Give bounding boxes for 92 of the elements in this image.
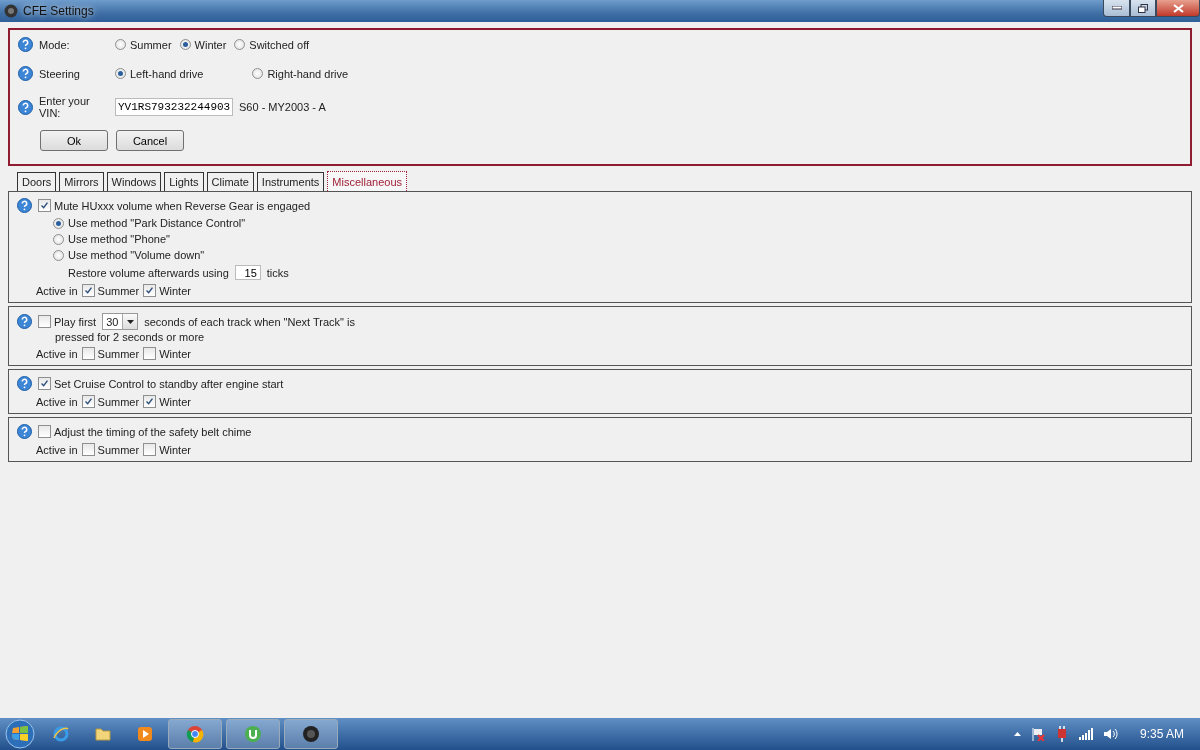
tab[interactable]: Climate — [206, 172, 254, 191]
window-title: CFE Settings — [23, 4, 94, 18]
radio-button[interactable] — [53, 217, 64, 229]
radio-label: Use method "Park Distance Control" — [68, 217, 246, 229]
caret-up-icon[interactable] — [1013, 732, 1021, 736]
checkbox-label: Winter — [159, 395, 191, 408]
checkbox-label: Winter — [159, 284, 191, 297]
taskbar-button[interactable] — [284, 719, 338, 749]
checkbox-label: Mute HUxxx volume when Reverse Gear is engaged — [54, 199, 311, 212]
app-icon — [4, 4, 18, 18]
start-orb-icon[interactable] — [2, 719, 38, 749]
checkbox-label: Summer — [97, 284, 140, 297]
help-icon[interactable] — [17, 376, 32, 391]
taskbar-button[interactable] — [226, 719, 280, 749]
restore-label: Restore volume afterwards using — [68, 266, 229, 279]
active-in-label: Active in — [36, 395, 78, 408]
checkbox[interactable] — [143, 347, 157, 360]
radio-label: Switched off — [249, 38, 310, 51]
field-label: Enter your VIN: — [39, 95, 91, 119]
ticks-label: ticks — [266, 266, 289, 279]
tab[interactable]: Miscellaneous — [327, 171, 407, 191]
restore-button[interactable] — [1130, 0, 1156, 17]
close-button[interactable] — [1156, 0, 1200, 17]
tab[interactable]: Doors — [17, 172, 57, 191]
checkbox[interactable] — [143, 395, 157, 408]
folder-icon — [94, 725, 112, 743]
tab[interactable]: Instruments — [256, 172, 325, 191]
checkbox[interactable] — [38, 199, 51, 212]
minimize-button[interactable] — [1103, 0, 1130, 17]
radio-button[interactable] — [53, 249, 64, 261]
checkbox[interactable] — [38, 425, 51, 438]
checkbox-label: Play first — [54, 315, 97, 328]
checkbox[interactable] — [81, 443, 95, 456]
checkbox[interactable] — [81, 395, 95, 408]
checkbox-label: Set Cruise Control to standby after engine start — [54, 377, 284, 390]
tab[interactable]: Lights — [164, 172, 204, 191]
checkbox[interactable] — [38, 315, 51, 328]
help-icon[interactable] — [17, 314, 32, 329]
media-player-icon — [136, 725, 154, 743]
tab[interactable]: Mirrors — [59, 172, 104, 191]
help-icon[interactable] — [18, 99, 33, 115]
radio-label: Right-hand drive — [267, 67, 349, 80]
active-in-label: Active in — [36, 284, 78, 297]
radio-button[interactable] — [234, 39, 246, 50]
radio-label: Use method "Phone" — [68, 233, 170, 245]
checkbox-label: Summer — [97, 395, 140, 408]
radio-label: Left-hand drive — [130, 67, 204, 80]
field-label: Steering — [39, 67, 81, 80]
radio-button[interactable] — [179, 39, 191, 50]
radio-button[interactable] — [53, 233, 64, 245]
dialog-button[interactable]: Cancel — [116, 130, 184, 151]
clock[interactable]: 9:35 AM — [1139, 727, 1184, 741]
help-icon[interactable] — [17, 424, 32, 439]
signal-icon[interactable] — [1078, 728, 1093, 740]
checkbox-label: Winter — [159, 443, 191, 456]
minimize-icon — [1111, 6, 1122, 10]
help-icon[interactable] — [18, 37, 33, 52]
restore-icon — [1138, 3, 1148, 13]
dark-app-icon — [302, 725, 320, 743]
checkbox-label: Adjust the timing of the safety belt chime — [54, 425, 252, 438]
active-in-label: Active in — [36, 347, 78, 360]
checkbox[interactable] — [38, 377, 51, 390]
radio-label: Summer — [130, 38, 172, 51]
dialog-button[interactable]: Ok — [40, 130, 108, 151]
vehicle-info: S60 - MY2003 - A — [239, 101, 326, 113]
ticks-field[interactable]: 15 — [234, 265, 261, 280]
checkbox-label: Summer — [97, 347, 140, 360]
checkbox[interactable] — [81, 284, 95, 297]
speaker-icon[interactable] — [1102, 728, 1118, 740]
close-icon — [1172, 3, 1184, 13]
help-icon[interactable] — [17, 198, 32, 213]
checkbox-label: Summer — [97, 443, 140, 456]
radio-button[interactable] — [115, 39, 126, 50]
browser-icon — [52, 725, 70, 743]
checkbox-label: Winter — [159, 347, 191, 360]
radio-label: Use method "Volume down" — [68, 249, 205, 261]
active-in-label: Active in — [36, 443, 78, 456]
checkbox[interactable] — [143, 443, 157, 456]
checkbox[interactable] — [81, 347, 95, 360]
checkbox[interactable] — [143, 284, 157, 297]
flag-icon[interactable] — [1030, 727, 1045, 741]
option-text: seconds of each track when "Next Track" is — [144, 315, 355, 328]
option-text: pressed for 2 seconds or more — [55, 331, 205, 343]
radio-button[interactable] — [252, 68, 264, 79]
radio-label: Winter — [194, 38, 227, 51]
tab[interactable]: Windows — [106, 172, 162, 191]
help-icon[interactable] — [18, 66, 33, 81]
seconds-dropdown[interactable]: 30 — [102, 313, 139, 330]
field-label: Mode: — [39, 38, 71, 51]
caret-icon — [126, 319, 134, 324]
vin-field[interactable]: YV1RS793232244903 — [115, 98, 233, 116]
radio-button[interactable] — [115, 68, 126, 79]
